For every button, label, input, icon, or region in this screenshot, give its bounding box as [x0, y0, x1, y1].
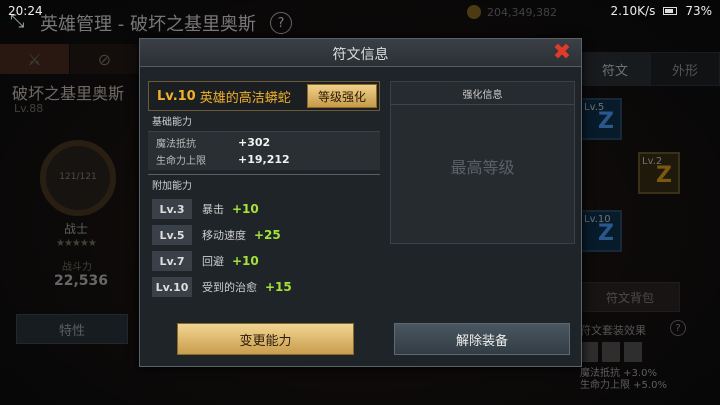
change-ability-button[interactable]: 变更能力: [177, 323, 354, 355]
extra-stat-name: 暴击: [202, 203, 224, 216]
close-icon[interactable]: ✖: [551, 42, 573, 64]
stat-name: 生命力上限: [156, 156, 206, 167]
rune-header: Lv.10 英雄的高洁蟒蛇 等级强化: [148, 81, 380, 111]
network-speed: 2.10K/s: [610, 4, 656, 18]
rune-level: Lv.10: [157, 88, 196, 104]
extra-stat-name: 受到的治愈: [202, 281, 257, 294]
level-upgrade-button[interactable]: 等级强化: [307, 84, 377, 108]
stat-name: 魔法抵抗: [156, 139, 196, 150]
extra-stat-level: Lv.3: [152, 199, 192, 219]
extra-stat-row: Lv.10 受到的治愈 +15: [148, 275, 380, 299]
extra-stat-value: +25: [254, 228, 281, 242]
rune-name: 英雄的高洁蟒蛇: [199, 90, 291, 106]
basic-stats: 魔法抵抗 +302 生命力上限 +19,212: [148, 131, 380, 170]
unequip-button[interactable]: 解除装备: [394, 323, 570, 355]
status-time: 20:24: [8, 4, 43, 18]
extra-stat-name: 回避: [202, 255, 224, 268]
extra-stat-row: Lv.5 移动速度 +25: [148, 223, 380, 247]
extra-stat-value: +10: [232, 254, 259, 268]
battery-icon: [663, 7, 678, 15]
rune-detail-card: Lv.10 英雄的高洁蟒蛇 等级强化 基础能力 魔法抵抗 +302 生命力上限 …: [148, 81, 380, 303]
basic-stat-row: 生命力上限 +19,212: [156, 151, 380, 168]
basic-ability-label: 基础能力: [152, 117, 192, 128]
divider: [391, 104, 574, 105]
divider: [148, 174, 380, 175]
status-bar: 20:24 2.10K/s 73%: [0, 0, 720, 22]
dialog-title: 符文信息: [332, 47, 389, 63]
extra-stat-value: +15: [265, 280, 292, 294]
extra-stat-level: Lv.5: [152, 225, 192, 245]
extra-stat-level: Lv.10: [152, 277, 192, 297]
extra-stat-level: Lv.7: [152, 251, 192, 271]
extra-stat-name: 移动速度: [202, 229, 246, 242]
stat-value: +302: [238, 136, 271, 149]
basic-stat-row: 魔法抵抗 +302: [156, 134, 380, 151]
max-level-text: 最高等级: [450, 158, 515, 177]
extra-stat-row: Lv.7 回避 +10: [148, 249, 380, 273]
enhance-info-title: 强化信息: [462, 90, 503, 101]
rune-info-dialog: 符文信息 ✖ Lv.10 英雄的高洁蟒蛇 等级强化 基础能力 魔法抵抗 +302…: [139, 38, 582, 367]
dialog-header: 符文信息 ✖: [140, 39, 581, 67]
battery-percent: 73%: [685, 4, 712, 18]
extra-stat-value: +10: [232, 202, 259, 216]
stat-value: +19,212: [238, 153, 290, 166]
enhance-info-panel: 强化信息 最高等级: [390, 81, 575, 244]
extra-stat-row: Lv.3 暴击 +10: [148, 197, 380, 221]
extra-ability-label: 附加能力: [152, 181, 192, 192]
